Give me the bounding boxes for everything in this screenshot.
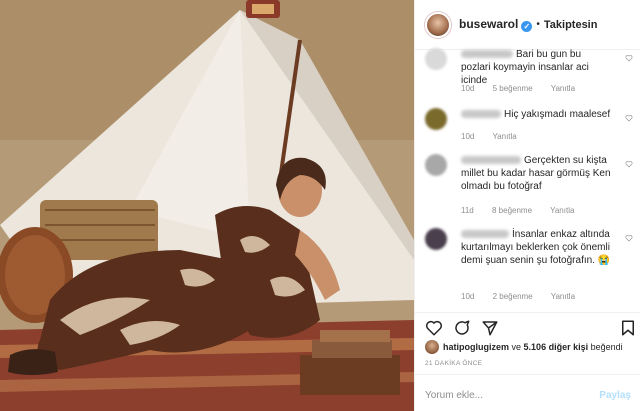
liked-connector: ve (511, 342, 522, 352)
heart-icon[interactable] (425, 319, 443, 337)
author-username[interactable]: busewarol ✓ (459, 17, 533, 32)
comment-icon[interactable] (453, 319, 471, 337)
verified-icon: ✓ (521, 21, 533, 32)
author-username-text[interactable]: busewarol (459, 17, 518, 31)
comment-meta: 11d 8 beğenme Yanıtla (461, 206, 590, 215)
comment-age: 10d (461, 292, 475, 301)
following-status[interactable]: Takiptesin (544, 19, 598, 31)
comment-likes[interactable]: 8 beğenme (492, 206, 532, 215)
comment-input[interactable]: Yorum ekle... (425, 390, 483, 401)
share-icon[interactable] (481, 319, 499, 337)
post-action-bar (415, 312, 640, 340)
photo-illustration (0, 0, 414, 411)
liked-by-row: hatipoglugizem ve 5.106 diğer kişi beğen… (425, 340, 623, 354)
reply-button[interactable]: Yanıtla (492, 132, 516, 141)
liker-avatar[interactable] (425, 340, 439, 354)
comments-list[interactable]: Bari bu gun bu pozlari koymayin insanlar… (415, 38, 640, 310)
comment-age: 11d (461, 206, 474, 215)
comment-age: 10d (461, 84, 475, 93)
like-comment-heart-icon[interactable] (625, 114, 633, 122)
commenter-username-blurred[interactable] (461, 110, 501, 118)
liked-suffix: beğendi (590, 342, 623, 352)
commenter-avatar[interactable] (425, 108, 447, 130)
commenter-avatar[interactable] (425, 154, 447, 176)
liker-username[interactable]: hatipoglugizem (443, 342, 509, 352)
comment-text: Hiç yakışmadı maalesef (461, 108, 611, 121)
reply-button[interactable]: Yanıtla (551, 292, 575, 301)
comment-text: İnsanlar enkaz altında kurtarılmayı bekl… (461, 228, 611, 267)
like-comment-heart-icon[interactable] (625, 54, 633, 62)
commenter-avatar[interactable] (425, 228, 447, 250)
add-comment-bar: Yorum ekle... Paylaş (415, 374, 640, 411)
like-count[interactable]: 5.106 diğer kişi (524, 342, 589, 352)
post-timestamp[interactable]: 21 DAKİKA ÖNCE (425, 360, 482, 367)
comment-age: 10d (461, 132, 475, 141)
commenter-username-blurred[interactable] (461, 156, 521, 164)
commenter-avatar[interactable] (425, 48, 447, 70)
bookmark-icon[interactable] (619, 319, 637, 337)
reply-button[interactable]: Yanıtla (551, 84, 575, 93)
author-avatar[interactable] (425, 11, 451, 38)
separator-dot: • (536, 19, 540, 30)
comment-text: Bari bu gun bu pozlari koymayin insanlar… (461, 48, 611, 87)
reply-button[interactable]: Yanıtla (550, 206, 574, 215)
comment-meta: 10d 5 beğenme Yanıtla (461, 84, 591, 93)
post-photo[interactable] (0, 0, 414, 411)
comment-likes[interactable]: 2 beğenme (493, 292, 533, 301)
comment-meta: 10d Yanıtla (461, 132, 533, 141)
commenter-username-blurred[interactable] (461, 230, 509, 238)
like-comment-heart-icon[interactable] (625, 234, 633, 242)
post-side-panel: busewarol ✓ • Takiptesin Bari bu gun bu p… (414, 0, 640, 411)
comment-text: Gerçekten su kiştа millet bu kadar hasar… (461, 154, 611, 193)
comment-likes[interactable]: 5 beğenme (493, 84, 533, 93)
comment-meta: 10d 2 beğenme Yanıtla (461, 292, 591, 301)
comment-content: Hiç yakışmadı maalesef (504, 109, 611, 120)
post-comment-button[interactable]: Paylaş (599, 390, 631, 401)
commenter-username-blurred[interactable] (461, 50, 513, 58)
like-comment-heart-icon[interactable] (625, 160, 633, 168)
